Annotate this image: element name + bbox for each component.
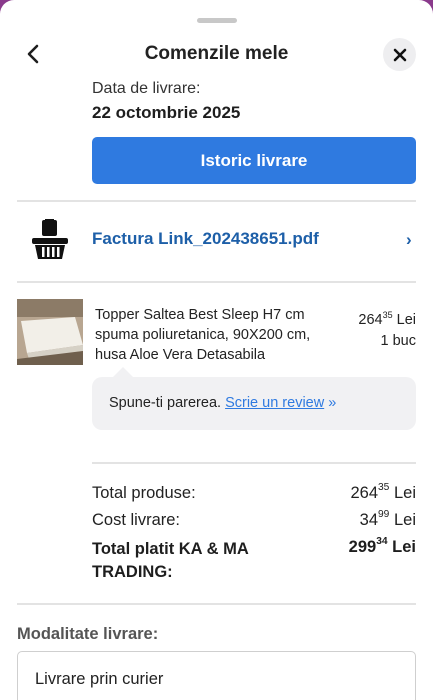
delivery-date-value: 22 octombrie 2025 (92, 103, 241, 122)
write-review-link[interactable]: Scrie un review (225, 395, 324, 411)
product-name[interactable]: Topper Saltea Best Sleep H7 cm spuma pol… (95, 305, 330, 365)
chevron-right-icon[interactable]: › (406, 230, 412, 250)
product-quantity: 1 buc (380, 333, 416, 349)
shipping-cost-decimals: 99 (378, 509, 390, 520)
product-thumbnail[interactable] (17, 299, 83, 365)
total-products-integer: 264 (350, 484, 378, 502)
delivery-date-label: Data de livrare: (92, 80, 201, 97)
total-products-label: Total produse: (92, 484, 196, 502)
shipping-cost-label: Cost livrare: (92, 511, 181, 529)
close-icon (393, 48, 406, 61)
shipping-method-field[interactable]: Livrare prin curier (17, 651, 416, 700)
total-paid-label: Total platit KA & MA TRADING: (92, 540, 249, 581)
page-title: Comenzile mele (144, 43, 289, 64)
delivery-history-button[interactable]: Istoric livrare (92, 137, 416, 184)
product-price-integer: 264 (358, 312, 383, 328)
total-paid-integer: 299 (348, 538, 377, 556)
divider (17, 603, 416, 605)
shipping-method-label: Modalitate livrare: (17, 625, 159, 643)
close-button[interactable] (383, 38, 416, 71)
invoice-link[interactable]: Factura Link_202438651.pdf (92, 229, 319, 249)
sheet-grabber[interactable] (197, 18, 237, 23)
shipping-cost-currency: Lei (393, 511, 416, 529)
shopping-basket-icon (31, 218, 69, 261)
product-price-currency: Lei (396, 312, 416, 328)
shipping-cost-integer: 34 (359, 511, 378, 529)
total-products-currency: Lei (393, 484, 416, 502)
shipping-cost-value: 3499 Lei (359, 509, 416, 530)
review-prompt: Spune-ti parerea. Scrie un review » (109, 395, 336, 411)
total-products-decimals: 35 (378, 482, 390, 493)
total-paid-value: 29934 Lei (348, 536, 416, 557)
shipping-method-value: Livrare prin curier (35, 670, 164, 688)
product-price-decimals: 35 (382, 310, 393, 320)
total-paid-decimals: 34 (376, 536, 388, 547)
total-paid-currency: Lei (392, 538, 416, 556)
divider (17, 200, 416, 202)
review-link-arrow[interactable]: » (328, 395, 336, 411)
review-bubble-arrow (113, 367, 133, 377)
review-prompt-text: Spune-ti parerea. (109, 395, 222, 411)
product-price: 26435 Lei (358, 310, 416, 328)
divider (17, 281, 416, 283)
orders-sheet: Comenzile mele Data de livrare: 22 octom… (0, 0, 433, 700)
divider (92, 462, 416, 464)
total-products-value: 26435 Lei (350, 482, 416, 503)
